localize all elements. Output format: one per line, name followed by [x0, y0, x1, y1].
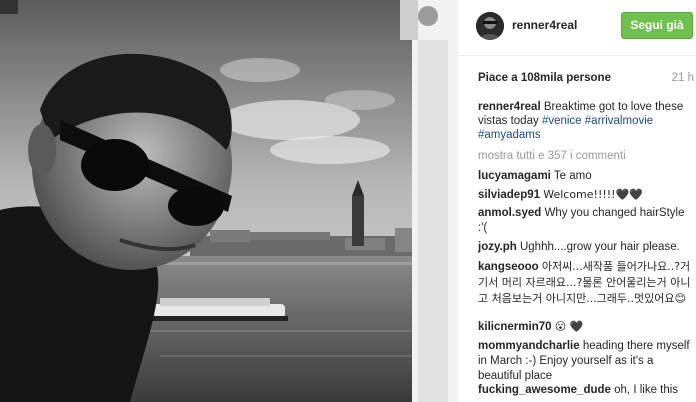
comment-username[interactable]: lucyamagami [478, 170, 551, 182]
comment-text: Welcome!!!!!🖤🖤 [543, 188, 643, 201]
comment-text: oh, I like this [614, 384, 679, 396]
comment-item: silviadep91 Welcome!!!!!🖤🖤 [478, 187, 692, 203]
comment-username[interactable]: kilicnermin70 [478, 321, 552, 333]
post-photo[interactable] [0, 0, 458, 402]
comment-item: anmol.syed Why you changed hairStyle :'( [478, 206, 692, 236]
comment-item: kangseooo 아저씨...새작품 들어가나요..?거기서 머리 자르래요.… [478, 259, 692, 307]
comment-item: fucking_awesome_dude oh, I like this [478, 383, 692, 398]
post-caption: renner4real Breaktime got to love these … [478, 100, 690, 142]
comment-username[interactable]: jozy.ph [478, 241, 517, 253]
likes-row: Piace a 108mila persone 21 h [458, 56, 696, 94]
likes-count[interactable]: Piace a 108mila persone [478, 72, 611, 84]
hashtag-link[interactable]: #arrivalmovie [585, 115, 653, 127]
comment-username[interactable]: silviadep91 [478, 189, 540, 201]
comment-item: mommyandcharlie heading there myself in … [478, 339, 692, 384]
comment-username[interactable]: fucking_awesome_dude [478, 384, 611, 396]
post-side-panel: renner4real Segui già Piace a 108mila pe… [458, 0, 696, 402]
caption-username[interactable]: renner4real [478, 101, 541, 113]
comment-username[interactable]: mommyandcharlie [478, 340, 580, 352]
hashtag-link[interactable]: #venice [542, 115, 582, 127]
show-all-comments-link[interactable]: mostra tutti e 357 i commenti [478, 150, 626, 162]
follow-button[interactable]: Segui già [621, 12, 693, 39]
comment-item: kilicnermin70 😮 🖤 [478, 319, 692, 335]
post-header: renner4real Segui già [458, 0, 696, 56]
comment-text: 😮 🖤 [554, 320, 584, 333]
comment-username[interactable]: anmol.syed [478, 207, 541, 219]
comment-username[interactable]: kangseooo [478, 261, 539, 273]
comment-text: Ughhh....grow your hair please. [519, 241, 680, 253]
comment-item: lucyamagami Te amo [478, 169, 692, 184]
post-username[interactable]: renner4real [512, 18, 577, 32]
hashtag-link[interactable]: #amyadams [478, 129, 541, 141]
comment-item: jozy.ph Ughhh....grow your hair please. [478, 240, 692, 255]
post-timestamp[interactable]: 21 h [672, 72, 694, 84]
comment-text: Te amo [553, 170, 592, 182]
avatar[interactable] [476, 12, 504, 40]
